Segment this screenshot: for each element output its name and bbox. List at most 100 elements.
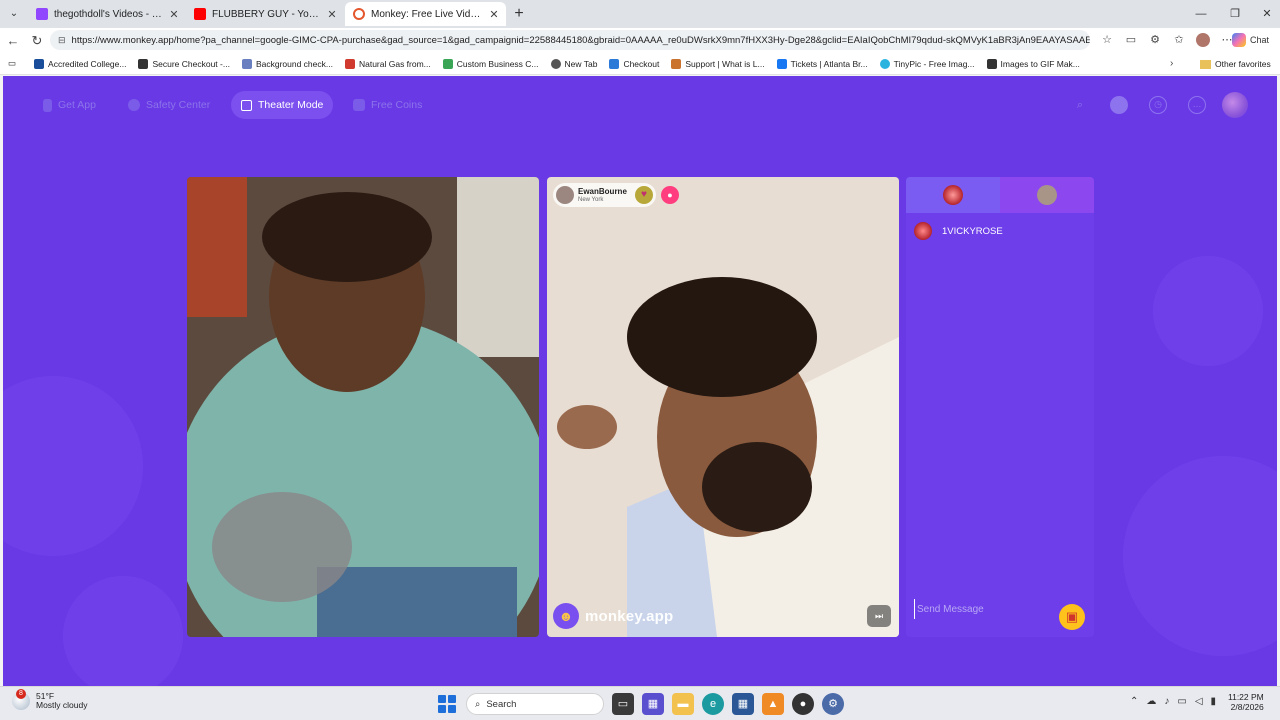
messages-icon[interactable]: … <box>1188 96 1206 114</box>
favorite-star-icon[interactable]: ☆ <box>1096 30 1118 50</box>
heart-icon[interactable]: ♥ <box>635 186 653 204</box>
taskbar-apps: ⌕ Search ▭ ▦ ▬ e ▦ ▲ ● ⚙ <box>436 693 844 715</box>
brand-text: monkey.app <box>585 607 674 625</box>
settings-icon[interactable]: ⚙ <box>822 693 844 715</box>
obs-icon[interactable]: ● <box>792 693 814 715</box>
chat-tabs <box>906 177 1094 213</box>
bookmark-item[interactable]: Natural Gas from... <box>344 58 431 69</box>
minimize-button[interactable]: — <box>1184 0 1218 28</box>
friends-icon[interactable] <box>1110 96 1128 114</box>
chat-tab-self[interactable] <box>1000 177 1094 213</box>
reload-button[interactable]: ↻ <box>26 30 48 52</box>
bookmark-item[interactable]: Checkout <box>609 58 660 69</box>
get-app-link[interactable]: Get App <box>33 91 106 119</box>
remote-user-location: New York <box>578 196 604 203</box>
back-button[interactable]: ← <box>2 30 24 52</box>
clock[interactable]: 11:22 PM 2/8/2026 <box>1228 692 1264 712</box>
extensions-icon[interactable]: ⚙ <box>1144 30 1166 50</box>
tab-title: Monkey: Free Live Video Chat <box>371 8 482 20</box>
tab-youtube[interactable]: FLUBBERY GUY - YouTube ✕ <box>186 2 344 26</box>
close-icon[interactable]: ✕ <box>488 8 500 21</box>
system-tray: ⌃ ☁ ♪ ▭ ◁ ▮ <box>1130 696 1216 707</box>
self-avatar <box>1037 185 1057 205</box>
chevron-right-icon[interactable]: › <box>1170 53 1173 75</box>
bookmark-label: Secure Checkout -... <box>152 58 230 69</box>
favorites-icon[interactable]: ✩ <box>1168 30 1190 50</box>
notification-badge: 8 <box>16 689 26 700</box>
bookmark-item[interactable]: Background check... <box>241 58 333 69</box>
battery-icon[interactable]: ▮ <box>1211 696 1217 707</box>
tab-twitch[interactable]: thegothdoll's Videos - Twitch ✕ <box>28 2 186 26</box>
close-icon[interactable]: ✕ <box>326 8 338 21</box>
safety-center-link[interactable]: Safety Center <box>118 91 220 119</box>
bookmarks-collapse-icon[interactable]: ▭ <box>8 58 16 69</box>
gift-button[interactable]: ▣ <box>1059 604 1085 630</box>
monkey-logo-icon: ☻ <box>553 603 579 629</box>
profile-avatar[interactable] <box>1196 33 1210 47</box>
chevron-up-icon[interactable]: ⌃ <box>1130 696 1138 707</box>
send-message-input[interactable] <box>914 599 1054 619</box>
theater-mode-button[interactable]: Theater Mode <box>231 91 334 119</box>
user-avatar[interactable] <box>1222 92 1248 118</box>
new-tab-button[interactable]: + <box>509 4 529 24</box>
bookmark-item[interactable]: Secure Checkout -... <box>138 58 230 69</box>
folder-icon <box>1200 59 1211 69</box>
bookmark-item[interactable]: Custom Business C... <box>442 58 539 69</box>
bookmark-item[interactable]: Support | What is L... <box>671 58 765 69</box>
edge-browser-icon[interactable]: e <box>702 693 724 715</box>
task-view-icon[interactable]: ▭ <box>612 693 634 715</box>
site-info-icon[interactable]: ⊟ <box>58 35 66 46</box>
microphone-icon[interactable]: ♪ <box>1164 696 1169 707</box>
bookmark-label: Background check... <box>255 58 333 69</box>
window-close-button[interactable]: ✕ <box>1250 0 1280 28</box>
remote-user-chip[interactable]: EwanBourne New York ♥ <box>553 183 656 207</box>
bookmark-icon <box>879 58 890 69</box>
other-favorites-button[interactable]: Other favorites <box>1200 53 1271 75</box>
bookmark-label: Checkout <box>623 58 660 69</box>
bookmark-label: New Tab <box>564 58 598 69</box>
nav-label: Theater Mode <box>258 99 324 111</box>
bookmark-item[interactable]: Tickets | Atlanta Br... <box>776 58 868 69</box>
maximize-button[interactable]: ❐ <box>1218 0 1252 28</box>
address-bar[interactable]: ⊟ https://www.monkey.app/home?pa_channel… <box>50 30 1090 50</box>
app-icon[interactable]: ▲ <box>762 693 784 715</box>
immersive-reader-icon[interactable]: ▭ <box>1120 30 1142 50</box>
widgets-icon[interactable]: ▦ <box>642 693 664 715</box>
bookmark-item[interactable]: Accredited College... <box>34 58 126 69</box>
file-explorer-icon[interactable]: ▬ <box>672 693 694 715</box>
chat-panel: 1VICKYROSE ▣ <box>906 177 1094 637</box>
volume-icon[interactable]: ◁ <box>1195 696 1203 707</box>
bookmark-icon <box>442 58 453 69</box>
twitch-icon <box>36 8 48 20</box>
chat-tab-partner[interactable] <box>906 177 1000 213</box>
onedrive-icon[interactable]: ☁ <box>1146 696 1156 707</box>
toolbar-icons: ☆ ▭ ⚙ ✩ ⋯ <box>1096 30 1238 50</box>
store-icon[interactable]: ▦ <box>732 693 754 715</box>
shield-icon <box>128 99 140 111</box>
copilot-icon <box>1232 33 1246 47</box>
bookmark-icon <box>671 58 682 69</box>
bookmark-icon <box>776 58 787 69</box>
bookmark-item[interactable]: Images to GIF Mak... <box>986 58 1080 69</box>
remote-video-frame <box>547 177 899 637</box>
tab-actions-menu-button[interactable]: ⌄ <box>4 4 24 24</box>
phone-icon <box>43 98 52 112</box>
bookmark-icon <box>241 58 252 69</box>
bookmark-item[interactable]: New Tab <box>550 58 598 69</box>
taskbar-search[interactable]: ⌕ Search <box>466 693 604 715</box>
search-icon[interactable]: ⌕ <box>1071 96 1089 114</box>
bookmark-label: Natural Gas from... <box>358 58 431 69</box>
network-icon[interactable]: ▭ <box>1177 696 1186 707</box>
copilot-chat-button[interactable]: Chat <box>1232 31 1269 49</box>
tab-monkey[interactable]: Monkey: Free Live Video Chat ✕ <box>345 2 506 26</box>
skip-next-button[interactable]: ⏭ <box>867 605 891 627</box>
history-icon[interactable]: ◷ <box>1149 96 1167 114</box>
bookmark-item[interactable]: TinyPic - Free Imag... <box>879 58 975 69</box>
weather-widget[interactable]: 8 51°F Mostly cloudy <box>12 689 88 711</box>
start-button[interactable] <box>436 693 458 715</box>
close-icon[interactable]: ✕ <box>168 8 180 21</box>
free-coins-link[interactable]: Free Coins <box>343 91 432 119</box>
add-friend-icon[interactable]: ● <box>661 186 679 204</box>
nav-label: Get App <box>58 99 96 111</box>
windows-taskbar: 8 51°F Mostly cloudy ⌕ Search ▭ ▦ ▬ e ▦ … <box>0 686 1280 720</box>
